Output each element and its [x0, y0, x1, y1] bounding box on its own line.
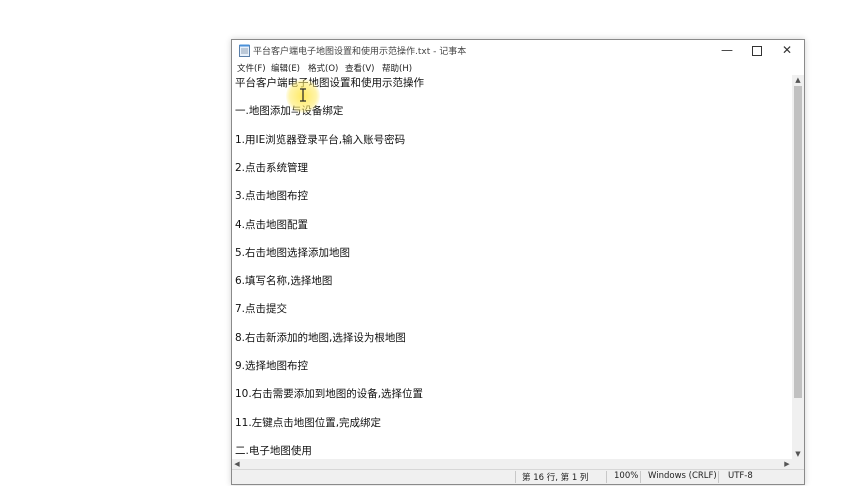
status-divider: [718, 471, 719, 483]
minimize-button[interactable]: —: [712, 40, 742, 61]
scroll-down-icon[interactable]: ▼: [792, 449, 804, 459]
text-line: 4.点击地图配置: [235, 219, 309, 231]
text-line: 1.用IE浏览器登录平台,输入账号密码: [235, 134, 406, 146]
text-line: 平台客户端电子地图设置和使用示范操作: [235, 77, 424, 89]
text-line: 3.点击地图布控: [235, 190, 309, 202]
menu-edit[interactable]: 编辑(E): [271, 62, 300, 74]
title-bar[interactable]: 平台客户端电子地图设置和使用示范操作.txt - 记事本 — ✕: [232, 40, 804, 61]
notepad-icon: [239, 44, 250, 57]
text-line: 二.电子地图使用: [235, 445, 312, 457]
menu-view[interactable]: 查看(V): [345, 62, 374, 74]
close-icon: ✕: [781, 43, 793, 57]
text-editor[interactable]: 平台客户端电子地图设置和使用示范操作 一.地图添加与设备绑定 1.用IE浏览器登…: [232, 75, 792, 459]
vertical-scrollbar[interactable]: ▲ ▼: [792, 75, 804, 459]
zoom-level: 100%: [614, 471, 639, 481]
text-line: 9.选择地图布控: [235, 360, 309, 372]
notepad-window: 平台客户端电子地图设置和使用示范操作.txt - 记事本 — ✕ 文件(F) 编…: [231, 39, 805, 485]
maximize-button[interactable]: [742, 40, 772, 61]
cursor-position: 第 16 行, 第 1 列: [522, 473, 589, 483]
text-line: 8.右击新添加的地图,选择设为根地图: [235, 332, 406, 344]
menu-file[interactable]: 文件(F): [237, 62, 266, 74]
text-line: 6.填写名称,选择地图: [235, 275, 333, 287]
status-divider: [640, 471, 641, 483]
scroll-up-icon[interactable]: ▲: [792, 75, 804, 85]
encoding: UTF-8: [728, 471, 753, 481]
status-divider: [515, 471, 516, 483]
close-button[interactable]: ✕: [772, 40, 802, 61]
maximize-icon: [752, 45, 762, 56]
menu-bar: 文件(F) 编辑(E) 格式(O) 查看(V) 帮助(H): [232, 61, 804, 75]
window-title: 平台客户端电子地图设置和使用示范操作.txt - 记事本: [253, 47, 467, 57]
text-line: 11.左键点击地图位置,完成绑定: [235, 417, 382, 429]
status-bar: 第 16 行, 第 1 列 100% Windows (CRLF) UTF-8: [232, 469, 804, 484]
vertical-scroll-thumb[interactable]: [794, 86, 802, 398]
text-line: 10.右击需要添加到地图的设备,选择位置: [235, 388, 424, 400]
menu-format[interactable]: 格式(O): [308, 62, 338, 74]
menu-help[interactable]: 帮助(H): [382, 62, 412, 74]
status-divider: [606, 471, 607, 483]
text-line: 7.点击提交: [235, 303, 288, 315]
line-ending: Windows (CRLF): [648, 471, 717, 481]
minimize-icon: —: [721, 43, 733, 57]
text-line: 5.右击地图选择添加地图: [235, 247, 351, 259]
text-line: 2.点击系统管理: [235, 162, 309, 174]
text-cursor-icon: [300, 88, 306, 102]
